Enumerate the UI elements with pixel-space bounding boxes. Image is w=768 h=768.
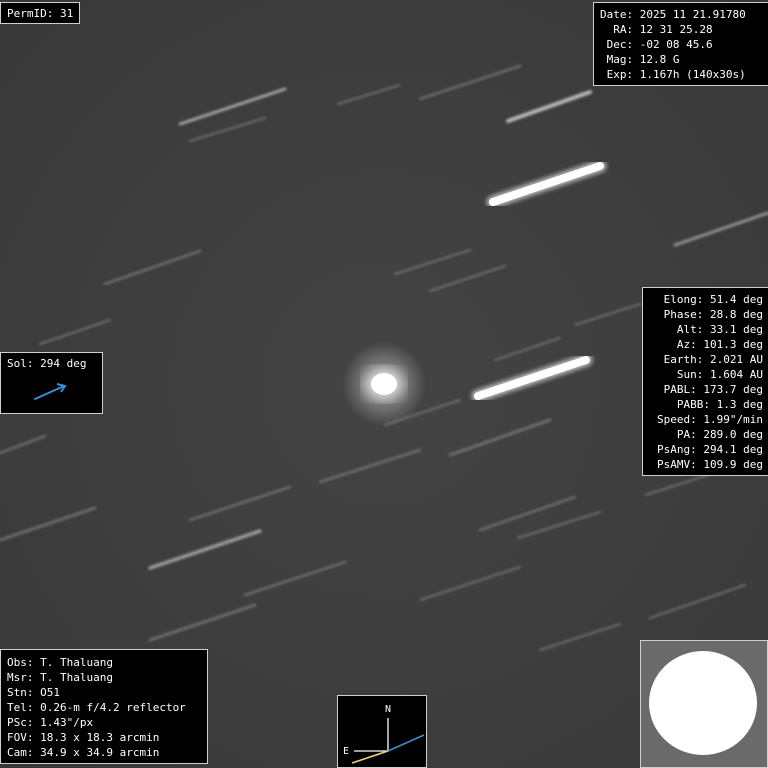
observer-panel: Obs: T. Thaluang Msr: T. Thaluang Stn: O…: [0, 649, 208, 764]
zoomed-comet-core: [649, 651, 757, 755]
sky-image: PermID: 31 Date: 2025 11 21.91780 RA: 12…: [0, 0, 768, 768]
pabl-text: PABL: 173.7 deg: [663, 383, 763, 396]
sun-distance-text: Sun: 1.604 AU: [676, 368, 763, 381]
station-text: Stn: O51: [7, 686, 60, 699]
comet-target: [342, 342, 426, 426]
geometry-panel: Elong: 51.4 deg Phase: 28.8 deg Alt: 33.…: [642, 287, 768, 476]
camera-text: Cam: 34.9 x 34.9 arcmin: [7, 746, 160, 759]
compass-rose-icon: N E: [343, 704, 425, 764]
sun-direction-panel: Sol: 294 deg: [0, 352, 103, 414]
sun-direction-arrow-icon: [34, 383, 67, 400]
perm-id-text: PermID: 31: [7, 7, 74, 20]
motion-direction-line: [387, 734, 425, 752]
fov-text: FOV: 18.3 x 18.3 arcmin: [7, 731, 160, 744]
ra-text: RA: 12 31 25.28: [600, 23, 713, 36]
azimuth-text: Az: 101.3 deg: [676, 338, 763, 351]
earth-distance-text: Earth: 2.021 AU: [663, 353, 763, 366]
compass-north-label: N: [385, 704, 391, 715]
compass-panel: N E: [337, 695, 427, 768]
pixel-scale-text: PSc: 1.43"/px: [7, 716, 94, 729]
perm-id-label: PermID: 31: [0, 2, 81, 24]
observer-text: Obs: T. Thaluang: [7, 656, 113, 669]
altitude-text: Alt: 33.1 deg: [676, 323, 763, 336]
exposure-text: Exp: 1.167h (140x30s): [600, 68, 746, 81]
pa-text: PA: 289.0 deg: [676, 428, 763, 441]
speed-text: Speed: 1.99"/min: [657, 413, 763, 426]
elongation-text: Elong: 51.4 deg: [663, 293, 763, 306]
bright-star-trails: [471, 159, 607, 403]
mag-text: Mag: 12.8 G: [600, 53, 680, 66]
measurer-text: Msr: T. Thaluang: [7, 671, 113, 684]
target-zoom-thumbnail: [640, 640, 768, 768]
compass-east-label: E: [343, 746, 349, 757]
observation-info-panel: Date: 2025 11 21.91780 RA: 12 31 25.28 D…: [593, 2, 768, 86]
dec-text: Dec: -02 08 45.6: [600, 38, 713, 51]
pabb-text: PABB: 1.3 deg: [676, 398, 763, 411]
psang-text: PsAng: 294.1 deg: [657, 443, 763, 456]
date-text: Date: 2025 11 21.91780: [600, 8, 746, 21]
sun-direction-line: [351, 750, 389, 764]
sol-text: Sol: 294 deg: [7, 357, 87, 370]
psamv-text: PsAMV: 109.9 deg: [657, 458, 763, 471]
telescope-text: Tel: 0.26-m f/4.2 reflector: [7, 701, 186, 714]
phase-text: Phase: 28.8 deg: [663, 308, 763, 321]
